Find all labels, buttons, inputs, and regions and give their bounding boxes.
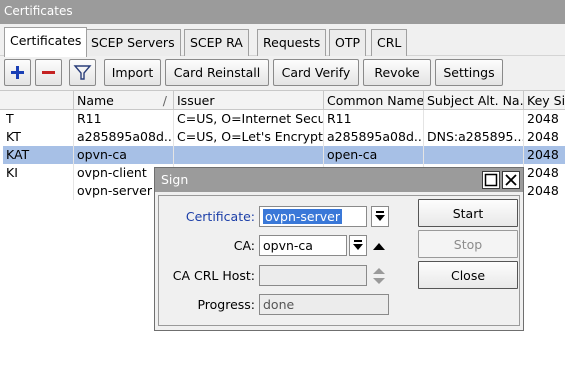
- ca-field[interactable]: opvn-ca: [259, 235, 347, 256]
- sort-indicator: /: [162, 93, 167, 108]
- plus-icon: [11, 66, 24, 79]
- up-down-arrows-icon[interactable]: [371, 265, 387, 287]
- row-name: opvn-ca: [74, 146, 174, 164]
- tab-certificates[interactable]: Certificates: [4, 27, 88, 57]
- column-header-label: Name: [77, 93, 114, 108]
- table-row-selected[interactable]: KAT opvn-ca open-ca 2048: [3, 146, 565, 164]
- sign-dialog: Sign Certificate: ovpn-server CA: opvn-c…: [154, 167, 524, 331]
- tab-otp[interactable]: OTP: [329, 29, 367, 56]
- dialog-title: Sign: [161, 172, 189, 187]
- dialog-body: Certificate: ovpn-server CA: opvn-ca CA …: [158, 195, 520, 326]
- certificate-label: Certificate:: [185, 209, 255, 224]
- column-header-subject-alt-name[interactable]: Subject Alt. Na...: [424, 91, 524, 110]
- row-flag: [3, 182, 74, 200]
- certificate-dropdown-button[interactable]: [371, 206, 389, 227]
- ca-crl-host-field[interactable]: [259, 265, 367, 286]
- row-issuer: [174, 146, 324, 164]
- row-subject-alt-name: [424, 146, 524, 164]
- stop-button[interactable]: Stop: [418, 230, 518, 258]
- chevron-down-icon: [375, 211, 385, 221]
- row-name: R11: [74, 110, 174, 128]
- filter-button[interactable]: [69, 59, 96, 86]
- row-common-name: a285895a08d...: [324, 128, 424, 146]
- dialog-title-bar[interactable]: Sign: [155, 168, 523, 192]
- row-key-size: 2048: [527, 165, 559, 180]
- row-issuer: C=US, O=Let's Encrypt...: [174, 128, 324, 146]
- row-subject-alt-name: [424, 110, 524, 128]
- window-title: Certificates: [0, 0, 565, 24]
- ca-label: CA:: [233, 238, 255, 253]
- chevron-down-icon: [353, 240, 363, 250]
- close-window-button[interactable]: [502, 171, 520, 189]
- tab-scep-ra[interactable]: SCEP RA: [184, 29, 249, 56]
- progress-field: done: [259, 294, 389, 315]
- tab-requests[interactable]: Requests: [257, 29, 327, 56]
- certificate-value: ovpn-server: [263, 209, 342, 224]
- row-key-size: 2048: [527, 111, 559, 126]
- close-button[interactable]: Close: [418, 261, 518, 289]
- row-flag: KAT: [3, 146, 74, 164]
- table-header: Name / Issuer Common Name Subject Alt. N…: [0, 91, 565, 110]
- tab-scep-servers[interactable]: SCEP Servers: [85, 29, 181, 56]
- toolbar: Import Card Reinstall Card Verify Revoke…: [0, 56, 565, 90]
- progress-label: Progress:: [197, 297, 255, 312]
- filter-icon: [73, 65, 92, 80]
- minus-icon: [42, 71, 55, 74]
- row-key-size: 2048: [527, 183, 559, 198]
- row-key-size: 2048: [527, 129, 559, 144]
- row-flag: KT: [3, 128, 74, 146]
- table-row[interactable]: T R11 C=US, O=Internet Secu... R11 2048: [3, 110, 565, 128]
- settings-button[interactable]: Settings: [435, 59, 503, 86]
- tab-bar: Certificates SCEP Servers SCEP RA Reques…: [0, 24, 565, 57]
- certificate-field[interactable]: ovpn-server: [259, 206, 367, 227]
- add-button[interactable]: [4, 59, 31, 86]
- row-name: a285895a08d...: [74, 128, 174, 146]
- row-issuer: C=US, O=Internet Secu...: [174, 110, 324, 128]
- row-subject-alt-name: DNS:a285895...: [424, 128, 524, 146]
- maximize-icon: [484, 173, 498, 187]
- ca-dropdown-button[interactable]: [349, 235, 367, 256]
- revoke-button[interactable]: Revoke: [363, 59, 431, 86]
- ca-crl-host-label: CA CRL Host:: [172, 268, 255, 283]
- row-common-name: R11: [324, 110, 424, 128]
- remove-button[interactable]: [35, 59, 62, 86]
- column-header-key-size[interactable]: Key Si: [524, 91, 565, 110]
- row-flag: T: [3, 110, 74, 128]
- column-header-name[interactable]: Name /: [74, 91, 174, 110]
- collapse-up-icon[interactable]: [371, 238, 387, 254]
- start-button[interactable]: Start: [418, 199, 518, 227]
- maximize-button[interactable]: [482, 171, 500, 189]
- tab-crl[interactable]: CRL: [371, 29, 408, 56]
- card-verify-button[interactable]: Card Verify: [273, 59, 359, 86]
- close-icon: [505, 174, 517, 186]
- row-common-name: open-ca: [324, 146, 424, 164]
- column-header-flags[interactable]: [0, 91, 74, 110]
- column-header-common-name[interactable]: Common Name: [324, 91, 424, 110]
- row-flag: KI: [3, 164, 74, 182]
- import-button[interactable]: Import: [104, 59, 161, 86]
- row-key-size: 2048: [527, 147, 559, 162]
- column-header-issuer[interactable]: Issuer: [174, 91, 324, 110]
- card-reinstall-button[interactable]: Card Reinstall: [165, 59, 269, 86]
- table-row[interactable]: KT a285895a08d... C=US, O=Let's Encrypt.…: [3, 128, 565, 146]
